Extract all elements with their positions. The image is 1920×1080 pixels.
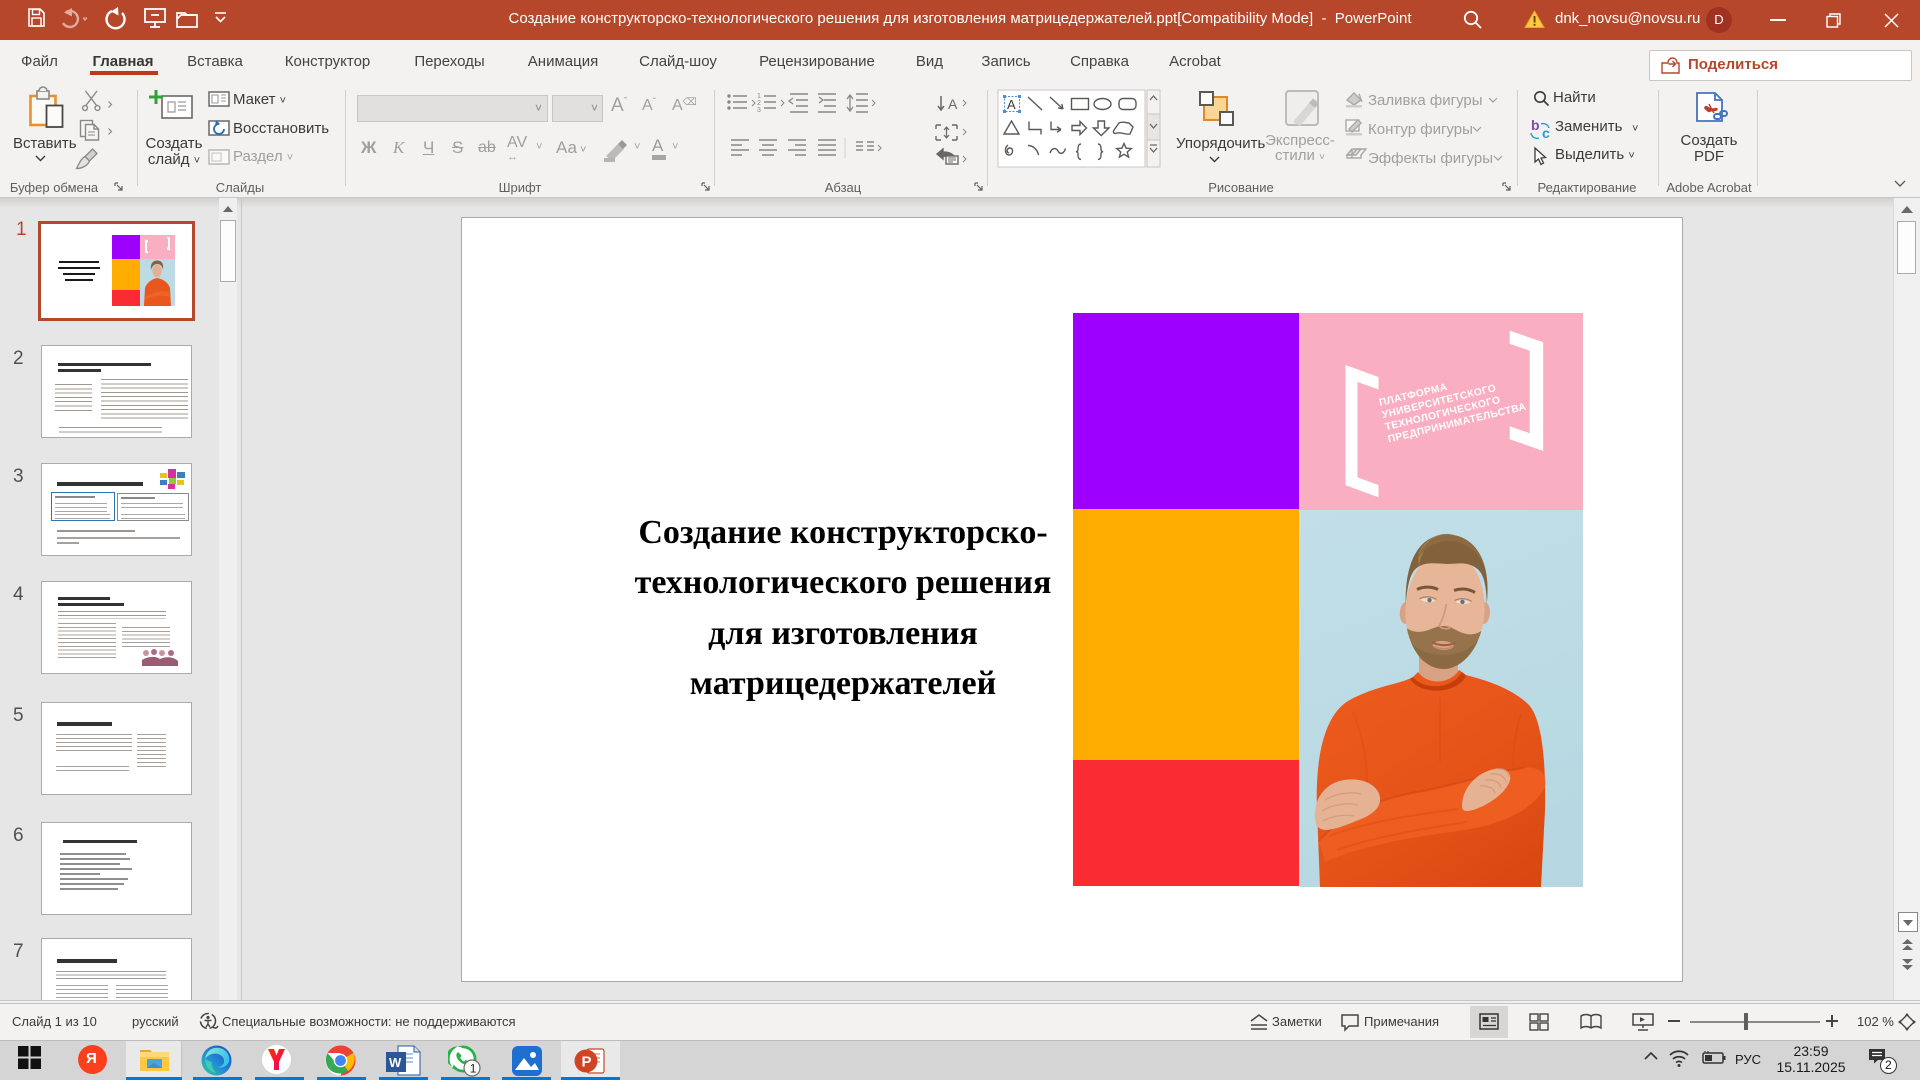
svg-text:А: А [1007, 97, 1016, 112]
svg-text:1: 1 [757, 93, 761, 100]
svg-text:P: P [582, 1054, 592, 1071]
svg-text:Заливка фигуры: Заливка фигуры [1368, 92, 1483, 109]
svg-text:b: b [1531, 117, 1540, 133]
svg-text:Контур фигуры: Контур фигуры [1368, 121, 1473, 138]
svg-text:2: 2 [757, 100, 761, 107]
svg-text:W: W [389, 1055, 402, 1070]
svg-text:1: 1 [470, 1061, 477, 1075]
svg-text:3: 3 [757, 107, 761, 114]
svg-text:А: А [948, 96, 958, 112]
svg-text:Эффекты фигуры: Эффекты фигуры [1368, 150, 1493, 167]
